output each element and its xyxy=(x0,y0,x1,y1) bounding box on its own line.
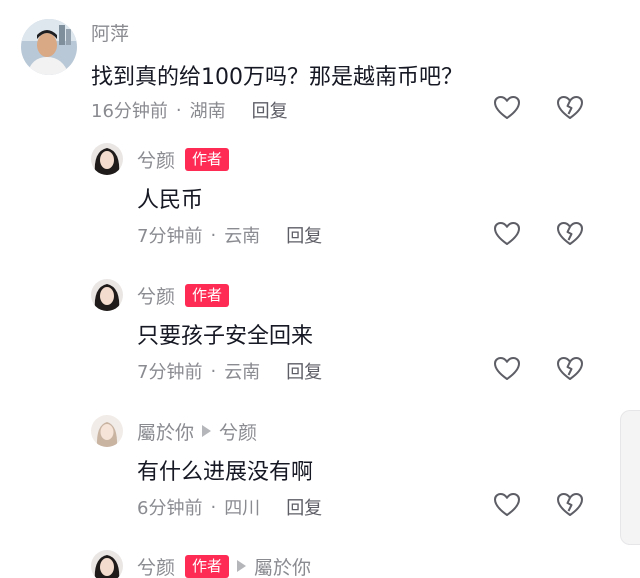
comment-text: 只要孩子安全回来 xyxy=(137,324,314,349)
comment-text: 有什么进展没有啊 xyxy=(137,460,314,485)
reply-item: 兮颜 作者 屬於你 xyxy=(0,550,640,578)
reply-item: 兮颜 作者 只要孩子安全回来 7分钟前 · 云南 回复 xyxy=(0,279,640,389)
reply-item: 兮颜 作者 人民币 7分钟前 · 云南 回复 xyxy=(0,143,640,253)
username[interactable]: 屬於你 xyxy=(137,418,194,445)
avatar[interactable] xyxy=(91,279,123,311)
separator: · xyxy=(210,224,217,246)
author-badge: 作者 xyxy=(185,147,230,171)
avatar[interactable] xyxy=(91,550,123,578)
comment-meta: 16分钟前 · 湖南 回复 xyxy=(91,97,288,123)
timestamp: 16分钟前 xyxy=(91,101,168,122)
reply-arrow-icon xyxy=(237,560,247,572)
comment-meta: 7分钟前 · 云南 回复 xyxy=(137,222,322,248)
reply-button[interactable]: 回复 xyxy=(286,222,322,248)
avatar[interactable] xyxy=(91,143,123,175)
separator: · xyxy=(210,496,217,518)
heart-outline-icon[interactable] xyxy=(493,94,521,122)
comment-meta: 6分钟前 · 四川 回复 xyxy=(137,494,322,520)
location: 湖南 xyxy=(189,101,226,122)
reply-button[interactable]: 回复 xyxy=(252,97,288,123)
comment-meta: 7分钟前 · 云南 回复 xyxy=(137,358,322,384)
comment-header: 兮颜 作者 xyxy=(137,146,230,173)
username[interactable]: 阿萍 xyxy=(91,19,129,46)
comment-header: 屬於你 兮颜 xyxy=(137,418,257,444)
reply-item: 屬於你 兮颜 有什么进展没有啊 6分钟前 · 四川 回复 xyxy=(0,415,640,525)
comment-header: 兮颜 作者 xyxy=(137,282,230,309)
heart-outline-icon[interactable] xyxy=(493,491,521,519)
author-badge: 作者 xyxy=(185,283,230,307)
username[interactable]: 兮颜 xyxy=(137,553,175,578)
reply-button[interactable]: 回复 xyxy=(286,494,322,520)
side-panel-handle[interactable] xyxy=(620,410,640,545)
separator: · xyxy=(210,360,217,382)
timestamp: 6分钟前 xyxy=(137,498,203,519)
location: 云南 xyxy=(224,226,261,247)
separator: · xyxy=(175,99,182,121)
broken-heart-icon[interactable] xyxy=(556,355,584,383)
reply-button[interactable]: 回复 xyxy=(286,358,322,384)
broken-heart-icon[interactable] xyxy=(556,491,584,519)
location: 四川 xyxy=(224,498,261,519)
timestamp: 7分钟前 xyxy=(137,226,203,247)
heart-outline-icon[interactable] xyxy=(493,220,521,248)
broken-heart-icon[interactable] xyxy=(556,94,584,122)
comment-text: 人民币 xyxy=(137,188,204,213)
author-badge: 作者 xyxy=(185,554,230,578)
comment-header: 兮颜 作者 屬於你 xyxy=(137,553,311,578)
broken-heart-icon[interactable] xyxy=(556,220,584,248)
reply-arrow-icon xyxy=(202,425,212,437)
reply-to-username[interactable]: 屬於你 xyxy=(254,553,311,578)
comment-text: 找到真的给100万吗？那是越南币吧？ xyxy=(91,65,463,90)
avatar[interactable] xyxy=(91,415,123,447)
comment-header: 阿萍 xyxy=(91,19,129,45)
heart-outline-icon[interactable] xyxy=(493,355,521,383)
avatar[interactable] xyxy=(21,19,77,75)
reply-to-username[interactable]: 兮颜 xyxy=(219,418,257,445)
timestamp: 7分钟前 xyxy=(137,362,203,383)
username[interactable]: 兮颜 xyxy=(137,146,175,173)
username[interactable]: 兮颜 xyxy=(137,282,175,309)
location: 云南 xyxy=(224,362,261,383)
comment-item: 阿萍 找到真的给100万吗？那是越南币吧？ 16分钟前 · 湖南 回复 xyxy=(0,19,640,129)
